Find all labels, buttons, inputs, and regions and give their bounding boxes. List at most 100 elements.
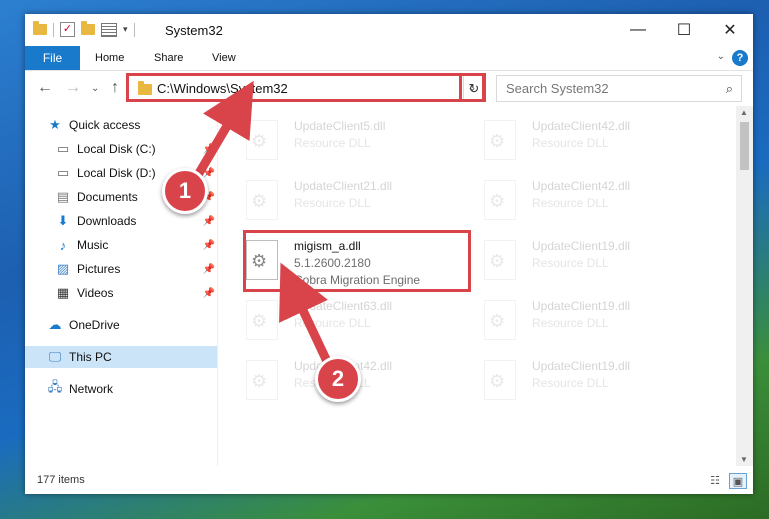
recent-locations-chevron-icon[interactable]: ⌄ [91,83,99,94]
file-item[interactable]: ⚙ UpdateClient42.dll Resource DLL [246,356,476,408]
file-highlight-box [243,230,471,292]
drive-icon: ▭ [56,141,70,156]
sidebar-item-downloads[interactable]: ⬇ Downloads 📌 [55,210,215,232]
file-name: UpdateClient5.dll [294,119,386,133]
drive-icon: ▭ [56,165,70,180]
tab-file[interactable]: File [25,46,80,70]
title-bar: ✓ ▾ System32 — ☐ ✕ [25,14,753,46]
pin-icon[interactable]: 📌 [203,144,215,155]
sidebar-item-label: This PC [69,350,112,364]
search-field[interactable]: Search System32 ⌕ [496,75,742,102]
tab-view[interactable]: View [212,46,236,70]
details-view-icon[interactable]: ☷ [707,473,723,487]
toolbar-divider [53,22,54,37]
file-type: Resource DLL [294,316,371,330]
back-button[interactable]: ← [37,79,53,97]
cloud-icon: ☁ [48,317,62,332]
sidebar-item-videos[interactable]: ▦ Videos 📌 [55,282,215,304]
pin-icon[interactable]: 📌 [203,216,215,227]
sidebar-item-label: Quick access [69,118,141,132]
sidebar-item-label: Local Disk (D:) [77,166,156,180]
file-name: UpdateClient63.dll [294,299,393,313]
file-explorer-window: ✓ ▾ System32 — ☐ ✕ File Home Share View … [25,14,753,494]
file-item[interactable]: ⚙ UpdateClient63.dll Resource DLL [246,296,476,348]
sidebar-item-this-pc[interactable]: 🖵 This PC [25,346,217,368]
vertical-scrollbar[interactable]: ▲ ▼ [736,106,753,466]
file-item[interactable]: ⚙ UpdateClient21.dll Resource DLL [246,176,476,228]
toolbar-divider [133,22,135,37]
close-button[interactable]: ✕ [707,14,753,46]
scroll-up-icon[interactable]: ▲ [740,108,748,117]
search-input[interactable]: Search System32 [506,81,609,96]
sidebar-item-label: Downloads [77,214,137,228]
forward-button[interactable]: → [65,79,81,97]
file-item[interactable]: ⚙ UpdateClient19.dll Resource DLL [484,356,714,408]
properties-icon[interactable] [101,22,117,37]
folder-icon [33,21,47,35]
maximize-button[interactable]: ☐ [661,14,707,46]
file-name: UpdateClient42.dll [532,179,631,193]
sidebar-item-label: Music [77,238,109,252]
sidebar-item-local-disk-c[interactable]: ▭ Local Disk (C:) 📌 [55,138,215,160]
videos-icon: ▦ [56,285,70,300]
music-icon: ♪ [59,237,67,253]
minimize-button[interactable]: — [615,14,661,46]
window-title: System32 [165,23,223,38]
dll-file-icon: ⚙ [246,180,278,220]
downloads-icon: ⬇ [57,213,69,228]
callout-badge-1: 1 [162,168,208,214]
new-folder-icon[interactable] [81,21,95,35]
file-name: UpdateClient19.dll [532,359,631,373]
file-item[interactable]: ⚙ UpdateClient19.dll Resource DLL [484,236,714,288]
pin-icon[interactable]: 📌 [203,288,215,299]
pin-icon[interactable]: 📌 [203,240,215,251]
file-item[interactable]: ⚙ UpdateClient42.dll Resource DLL [484,176,714,228]
sidebar-item-onedrive[interactable]: ☁ OneDrive [47,314,120,336]
file-type: Resource DLL [532,136,609,150]
file-type: Resource DLL [532,376,609,390]
documents-icon: ▤ [56,189,70,204]
scroll-thumb[interactable] [740,122,749,170]
pin-icon[interactable]: 📌 [203,264,215,275]
ribbon-tabs: File Home Share View ⌄ ? [25,46,753,71]
up-button[interactable]: ↑ [111,79,119,97]
sidebar-item-label: OneDrive [69,318,120,332]
help-icon[interactable]: ? [732,50,748,66]
properties-check-icon[interactable]: ✓ [60,22,75,37]
tab-share[interactable]: Share [154,46,183,70]
scroll-down-icon[interactable]: ▼ [740,455,748,464]
file-name: UpdateClient19.dll [532,299,631,313]
file-name: UpdateClient42.dll [532,119,631,133]
computer-icon: 🖵 [48,349,62,364]
navigation-bar: ← → ⌄ ↑ C:\Windows\System32 ⌄ ↻ Search S… [25,71,753,106]
sidebar-item-music[interactable]: ♪ Music 📌 [55,234,215,256]
file-name: UpdateClient21.dll [294,179,393,193]
dll-file-icon: ⚙ [246,120,278,160]
tab-home[interactable]: Home [95,46,124,70]
item-count: 177 items [37,474,85,486]
file-type: Resource DLL [532,316,609,330]
file-item[interactable]: ⚙ UpdateClient19.dll Resource DLL [484,296,714,348]
sidebar-item-pictures[interactable]: ▨ Pictures 📌 [55,258,215,280]
file-type: Resource DLL [532,256,609,270]
callout-badge-2: 2 [315,356,361,402]
search-icon[interactable]: ⌕ [726,81,733,97]
customize-toolbar-chevron-icon[interactable]: ▾ [123,24,128,35]
star-icon: ★ [49,117,61,132]
tiles-view-icon[interactable]: ▣ [729,473,747,489]
refresh-highlight-box [459,73,485,102]
file-name: UpdateClient19.dll [532,239,631,253]
file-type: Resource DLL [294,196,371,210]
file-item[interactable]: ⚙ UpdateClient5.dll Resource DLL [246,116,476,168]
sidebar-item-label: Documents [77,190,138,204]
quick-access-toolbar: ✓ ▾ [33,21,135,37]
dll-file-icon: ⚙ [246,360,278,400]
network-icon: 🖧 [47,379,63,394]
pin-icon[interactable]: 📌 [203,168,215,179]
file-item[interactable]: ⚙ UpdateClient42.dll Resource DLL [484,116,714,168]
sidebar-item-network[interactable]: 🖧 Network [47,378,113,400]
sidebar-item-quick-access[interactable]: ★ Quick access [47,114,140,136]
dll-file-icon: ⚙ [484,180,516,220]
chevron-down-icon[interactable]: ⌄ [717,51,725,62]
sidebar-item-label: Pictures [77,262,121,276]
